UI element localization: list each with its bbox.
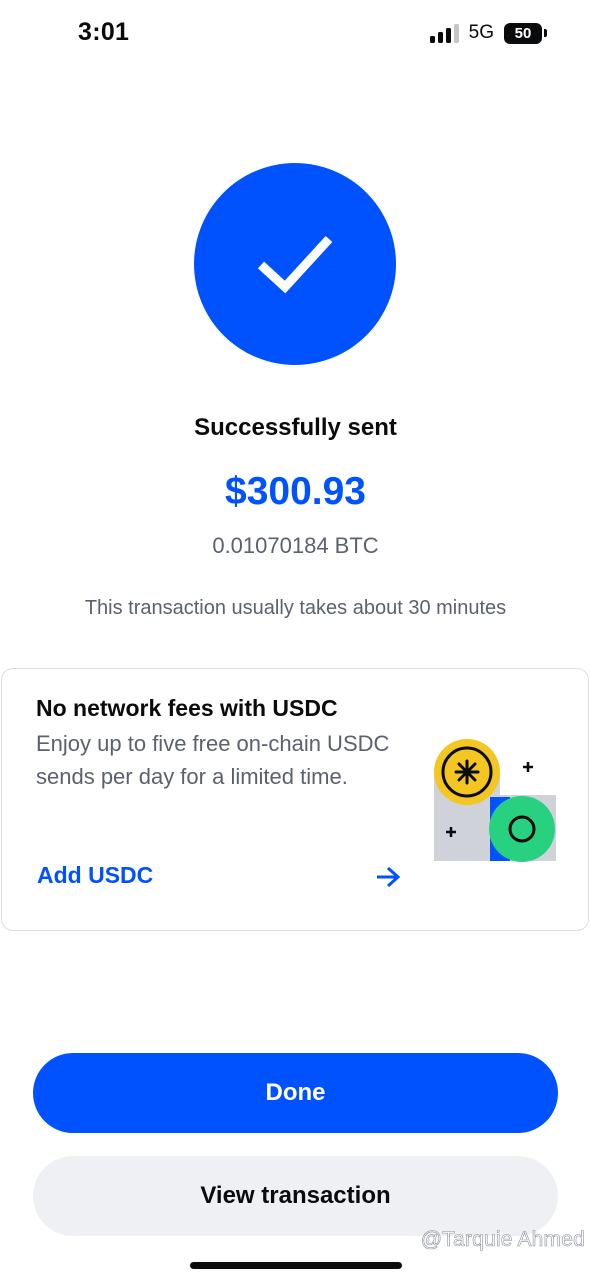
checkmark-icon (257, 235, 333, 294)
success-circle (194, 163, 396, 365)
usdc-promo-card: No network fees with USDC Enjoy up to fi… (1, 668, 589, 931)
cellular-signal-icon (429, 23, 459, 43)
status-time: 3:01 (78, 18, 130, 46)
status-indicators: 5G 50 (429, 22, 547, 44)
done-button[interactable]: Done (33, 1053, 558, 1133)
battery-level: 50 (504, 22, 542, 44)
view-transaction-button[interactable]: View transaction (33, 1156, 558, 1236)
home-indicator[interactable] (190, 1262, 402, 1269)
network-type: 5G (468, 22, 494, 43)
usdc-coins-illustration (434, 739, 556, 862)
success-headline: Successfully sent (194, 414, 397, 441)
arrow-right-icon[interactable] (374, 865, 402, 889)
sent-amount-crypto: 0.01070184 BTC (212, 533, 379, 558)
promo-title: No network fees with USDC (36, 695, 338, 721)
status-bar: 3:01 5G 50 (0, 0, 591, 70)
watermark: @Tarquie Ahmed (420, 1228, 585, 1252)
battery-icon: 50 (504, 22, 547, 44)
promo-body: Enjoy up to five free on-chain USDC send… (36, 731, 390, 789)
eta-note: This transaction usually takes about 30 … (84, 597, 507, 619)
sent-amount-fiat: $300.93 (225, 470, 366, 513)
add-usdc-link[interactable]: Add USDC (37, 862, 153, 889)
